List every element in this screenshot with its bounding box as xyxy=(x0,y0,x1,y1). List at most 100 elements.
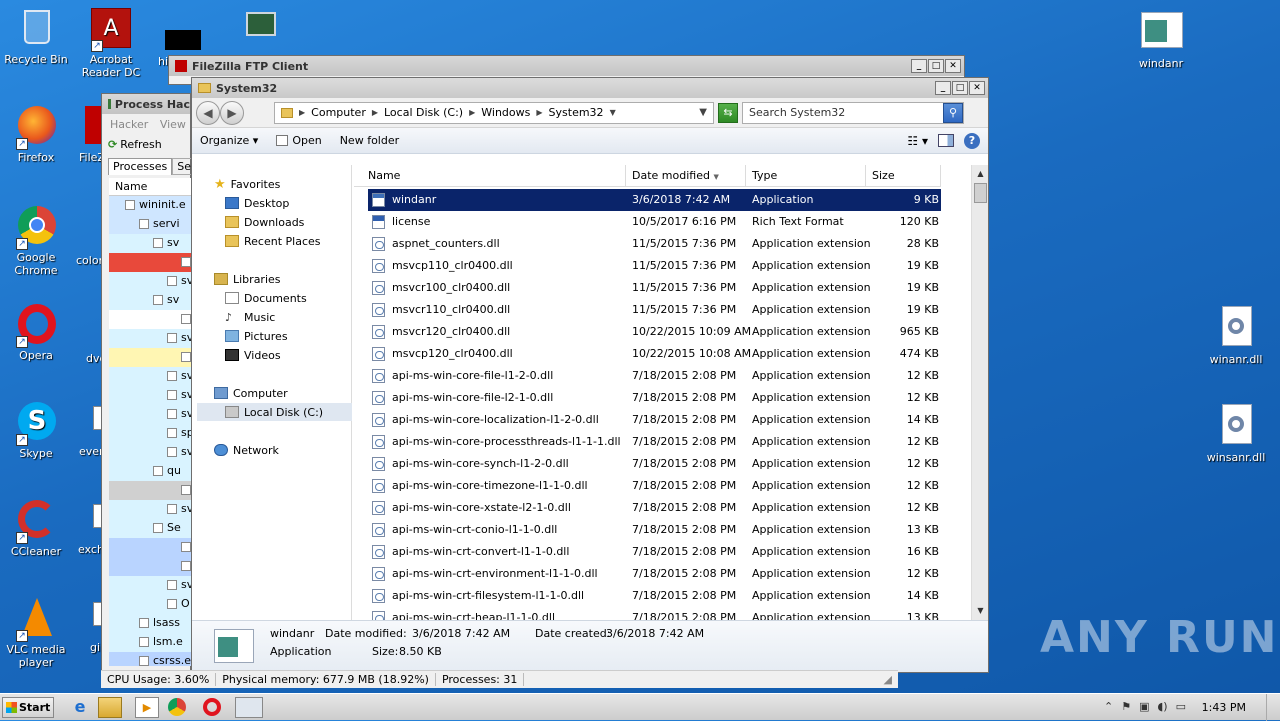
flag-icon[interactable]: ⚑ xyxy=(1121,700,1131,713)
chrome-taskbar-icon[interactable] xyxy=(168,698,186,716)
minimize-button[interactable]: _ xyxy=(935,81,951,95)
show-desktop-button[interactable] xyxy=(1266,694,1280,721)
desktop-icon-winanr-dll[interactable]: winanr.dll xyxy=(1200,306,1272,366)
file-row[interactable]: msvcp120_clr0400.dll 10/22/2015 10:08 AM A… xyxy=(368,343,941,365)
process-row[interactable]: O xyxy=(109,595,192,614)
file-row[interactable]: msvcr110_clr0400.dll 11/5/2015 7:36 PM App… xyxy=(368,299,941,321)
refresh-button[interactable]: ⟳ Refresh xyxy=(108,138,162,151)
explorer-titlebar[interactable]: System32 _ □ ✕ xyxy=(192,78,988,98)
process-row[interactable]: sv xyxy=(109,443,192,462)
nav-desktop[interactable]: Desktop xyxy=(225,194,289,212)
process-row[interactable]: sv xyxy=(109,272,192,291)
file-row[interactable]: msvcp110_clr0400.dll 11/5/2015 7:36 PM App… xyxy=(368,255,941,277)
scroll-down-icon[interactable]: ▼ xyxy=(974,604,987,618)
nav-libraries[interactable]: Libraries xyxy=(214,270,281,288)
nav-local-disk[interactable]: Local Disk (C:) xyxy=(197,403,352,421)
view-options-icon[interactable]: ☷ ▾ xyxy=(907,134,928,148)
column-type[interactable]: Type xyxy=(746,165,866,187)
file-row[interactable]: api-ms-win-core-processthreads-l1-1-1.dl… xyxy=(368,431,941,453)
desktop-icon-windanr[interactable]: windanr xyxy=(1125,10,1197,70)
internet-explorer-icon[interactable]: e xyxy=(68,697,92,718)
close-button[interactable]: ✕ xyxy=(945,59,961,73)
file-row[interactable]: api-ms-win-crt-convert-l1-1-0.dll 7/18/20… xyxy=(368,541,941,563)
nav-favorites[interactable]: ★ Favorites xyxy=(214,175,280,193)
process-row[interactable]: Se xyxy=(109,519,192,538)
file-row[interactable]: api-ms-win-core-file-l2-1-0.dll 7/18/2015… xyxy=(368,387,941,409)
start-button[interactable]: Start xyxy=(2,697,54,718)
process-row[interactable]: sv xyxy=(109,329,192,348)
process-row[interactable] xyxy=(109,253,192,272)
file-row[interactable]: api-ms-win-crt-filesystem-l1-1-0.dll 7/18… xyxy=(368,585,941,607)
process-row[interactable]: lsm.e xyxy=(109,633,192,652)
desktop-icon-acrobat[interactable]: A ↗ Acrobat Reader DC xyxy=(75,6,147,79)
desktop-icon-winsanr-dll[interactable]: winsanr.dll xyxy=(1200,404,1272,464)
nav-documents[interactable]: Documents xyxy=(225,289,307,307)
desktop-icon-skype[interactable]: S ↗ Skype xyxy=(0,400,72,460)
process-column-header[interactable]: Name xyxy=(109,178,192,196)
desktop-icon-firefox[interactable]: ↗ Firefox xyxy=(0,104,72,164)
process-row[interactable]: sv xyxy=(109,386,192,405)
volume-icon[interactable]: ◖) xyxy=(1158,700,1168,713)
nav-pictures[interactable]: Pictures xyxy=(225,327,288,345)
scroll-up-icon[interactable]: ▲ xyxy=(974,167,987,181)
scroll-thumb[interactable] xyxy=(974,183,987,203)
clock[interactable]: 1:43 PM xyxy=(1202,701,1246,714)
desktop-icon-chrome[interactable]: ↗ Google Chrome xyxy=(0,204,72,277)
file-row[interactable]: api-ms-win-core-xstate-l2-1-0.dll 7/18/20… xyxy=(368,497,941,519)
process-row[interactable]: qu xyxy=(109,462,192,481)
search-input[interactable]: Search System32 ⚲ xyxy=(742,101,964,124)
process-row[interactable]: csrss.ex xyxy=(109,652,192,666)
maximize-button[interactable]: □ xyxy=(952,81,968,95)
file-row[interactable]: aspnet_counters.dll 11/5/2015 7:36 PM Appl… xyxy=(368,233,941,255)
file-row[interactable]: windanr 3/6/2018 7:42 AM Application 9 KB xyxy=(368,189,941,211)
breadcrumb-local-disk[interactable]: Local Disk (C:) xyxy=(384,106,463,119)
process-row[interactable]: sv xyxy=(109,405,192,424)
network-tray-icon[interactable]: ▣ xyxy=(1139,700,1149,713)
file-row[interactable]: api-ms-win-crt-conio-l1-1-0.dll 7/18/2015… xyxy=(368,519,941,541)
file-row[interactable]: api-ms-win-crt-heap-l1-1-0.dll 7/18/2015 … xyxy=(368,607,941,620)
vertical-scrollbar[interactable]: ▲ ▼ xyxy=(971,165,988,620)
opera-taskbar-icon[interactable] xyxy=(203,698,221,716)
breadcrumb-system32[interactable]: System32 xyxy=(549,106,604,119)
nav-network[interactable]: Network xyxy=(214,441,279,459)
menu-hacker[interactable]: Hacker xyxy=(110,118,148,131)
explorer-taskbar-icon[interactable] xyxy=(98,697,122,718)
file-row[interactable]: api-ms-win-core-synch-l1-2-0.dll 7/18/201… xyxy=(368,453,941,475)
file-row[interactable]: api-ms-win-crt-environment-l1-1-0.dll 7/1… xyxy=(368,563,941,585)
file-row[interactable]: api-ms-win-core-file-l1-2-0.dll 7/18/2015… xyxy=(368,365,941,387)
menu-view[interactable]: View xyxy=(160,118,186,131)
desktop-icon-vlc[interactable]: ↗ VLC media player xyxy=(0,596,72,669)
process-row[interactable]: sv xyxy=(109,500,192,519)
file-row[interactable]: msvcr100_clr0400.dll 11/5/2015 7:36 PM App… xyxy=(368,277,941,299)
nav-computer[interactable]: Computer xyxy=(214,384,288,402)
nav-music[interactable]: ♪ Music xyxy=(225,308,275,326)
process-row[interactable]: sv xyxy=(109,367,192,386)
maximize-button[interactable]: □ xyxy=(928,59,944,73)
desktop-icon-monitor[interactable] xyxy=(228,8,288,55)
breadcrumb[interactable]: ▶ Computer ▶ Local Disk (C:) ▶ Windows ▶… xyxy=(274,101,714,124)
forward-button[interactable]: ▶ xyxy=(220,100,244,125)
process-hacker-window[interactable]: Process Hac Hacker View ⟳ Refresh Proces… xyxy=(101,93,201,688)
open-button[interactable]: Open xyxy=(276,134,322,147)
process-row[interactable]: sv xyxy=(109,291,192,310)
process-row[interactable] xyxy=(109,348,192,367)
process-row[interactable] xyxy=(109,538,192,557)
chevron-down-icon[interactable]: ▼ xyxy=(610,108,616,117)
desktop-icon-opera[interactable]: ↗ Opera xyxy=(0,302,72,362)
nav-downloads[interactable]: Downloads xyxy=(225,213,304,231)
process-row[interactable] xyxy=(109,310,192,329)
refresh-address-button[interactable]: ⇆ xyxy=(718,102,738,123)
breadcrumb-windows[interactable]: Windows xyxy=(481,106,530,119)
media-player-icon[interactable]: ▶ xyxy=(135,697,159,718)
close-button[interactable]: ✕ xyxy=(969,81,985,95)
explorer-window[interactable]: System32 _ □ ✕ ◀ ▶ ▶ Computer ▶ Local Di… xyxy=(191,77,989,673)
help-icon[interactable]: ? xyxy=(964,132,980,149)
process-row[interactable]: lsass xyxy=(109,614,192,633)
filezilla-titlebar[interactable]: FileZilla FTP Client _ □ ✕ xyxy=(169,56,964,76)
address-dropdown-icon[interactable]: ▼ xyxy=(699,107,707,118)
process-row[interactable] xyxy=(109,481,192,500)
process-row[interactable]: sp xyxy=(109,424,192,443)
process-row[interactable]: servi xyxy=(109,215,192,234)
process-row[interactable]: sv xyxy=(109,234,192,253)
minimize-button[interactable]: _ xyxy=(911,59,927,73)
